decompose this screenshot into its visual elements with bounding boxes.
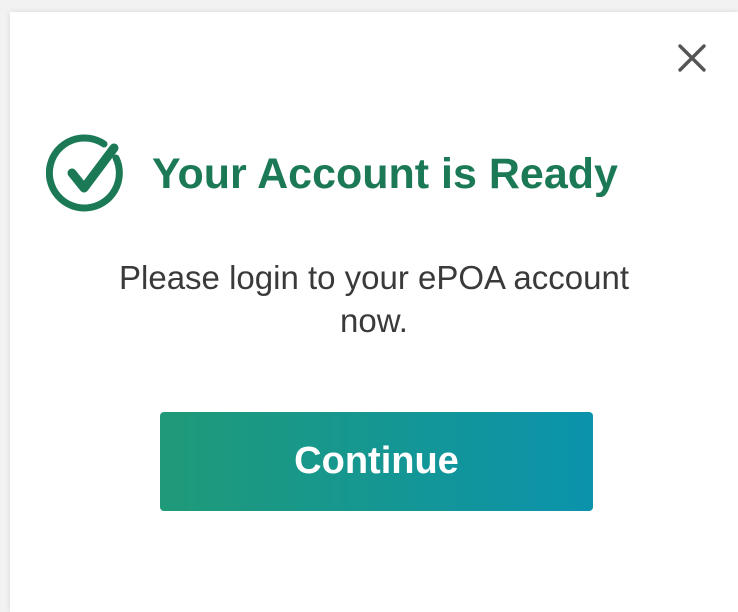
dialog-message-line-1: Please login to your ePOA account — [119, 259, 629, 296]
dialog-title: Your Account is Ready — [152, 149, 618, 198]
dialog-header: Your Account is Ready — [46, 132, 726, 216]
check-circle-icon — [46, 134, 123, 212]
close-icon — [678, 44, 706, 72]
account-ready-dialog: Your Account is Ready Please login to yo… — [10, 12, 738, 612]
close-button[interactable] — [673, 39, 711, 77]
continue-button[interactable]: Continue — [160, 412, 593, 511]
dialog-message-line-2: now. — [340, 302, 408, 339]
dialog-message: Please login to your ePOA account now. — [10, 256, 738, 342]
